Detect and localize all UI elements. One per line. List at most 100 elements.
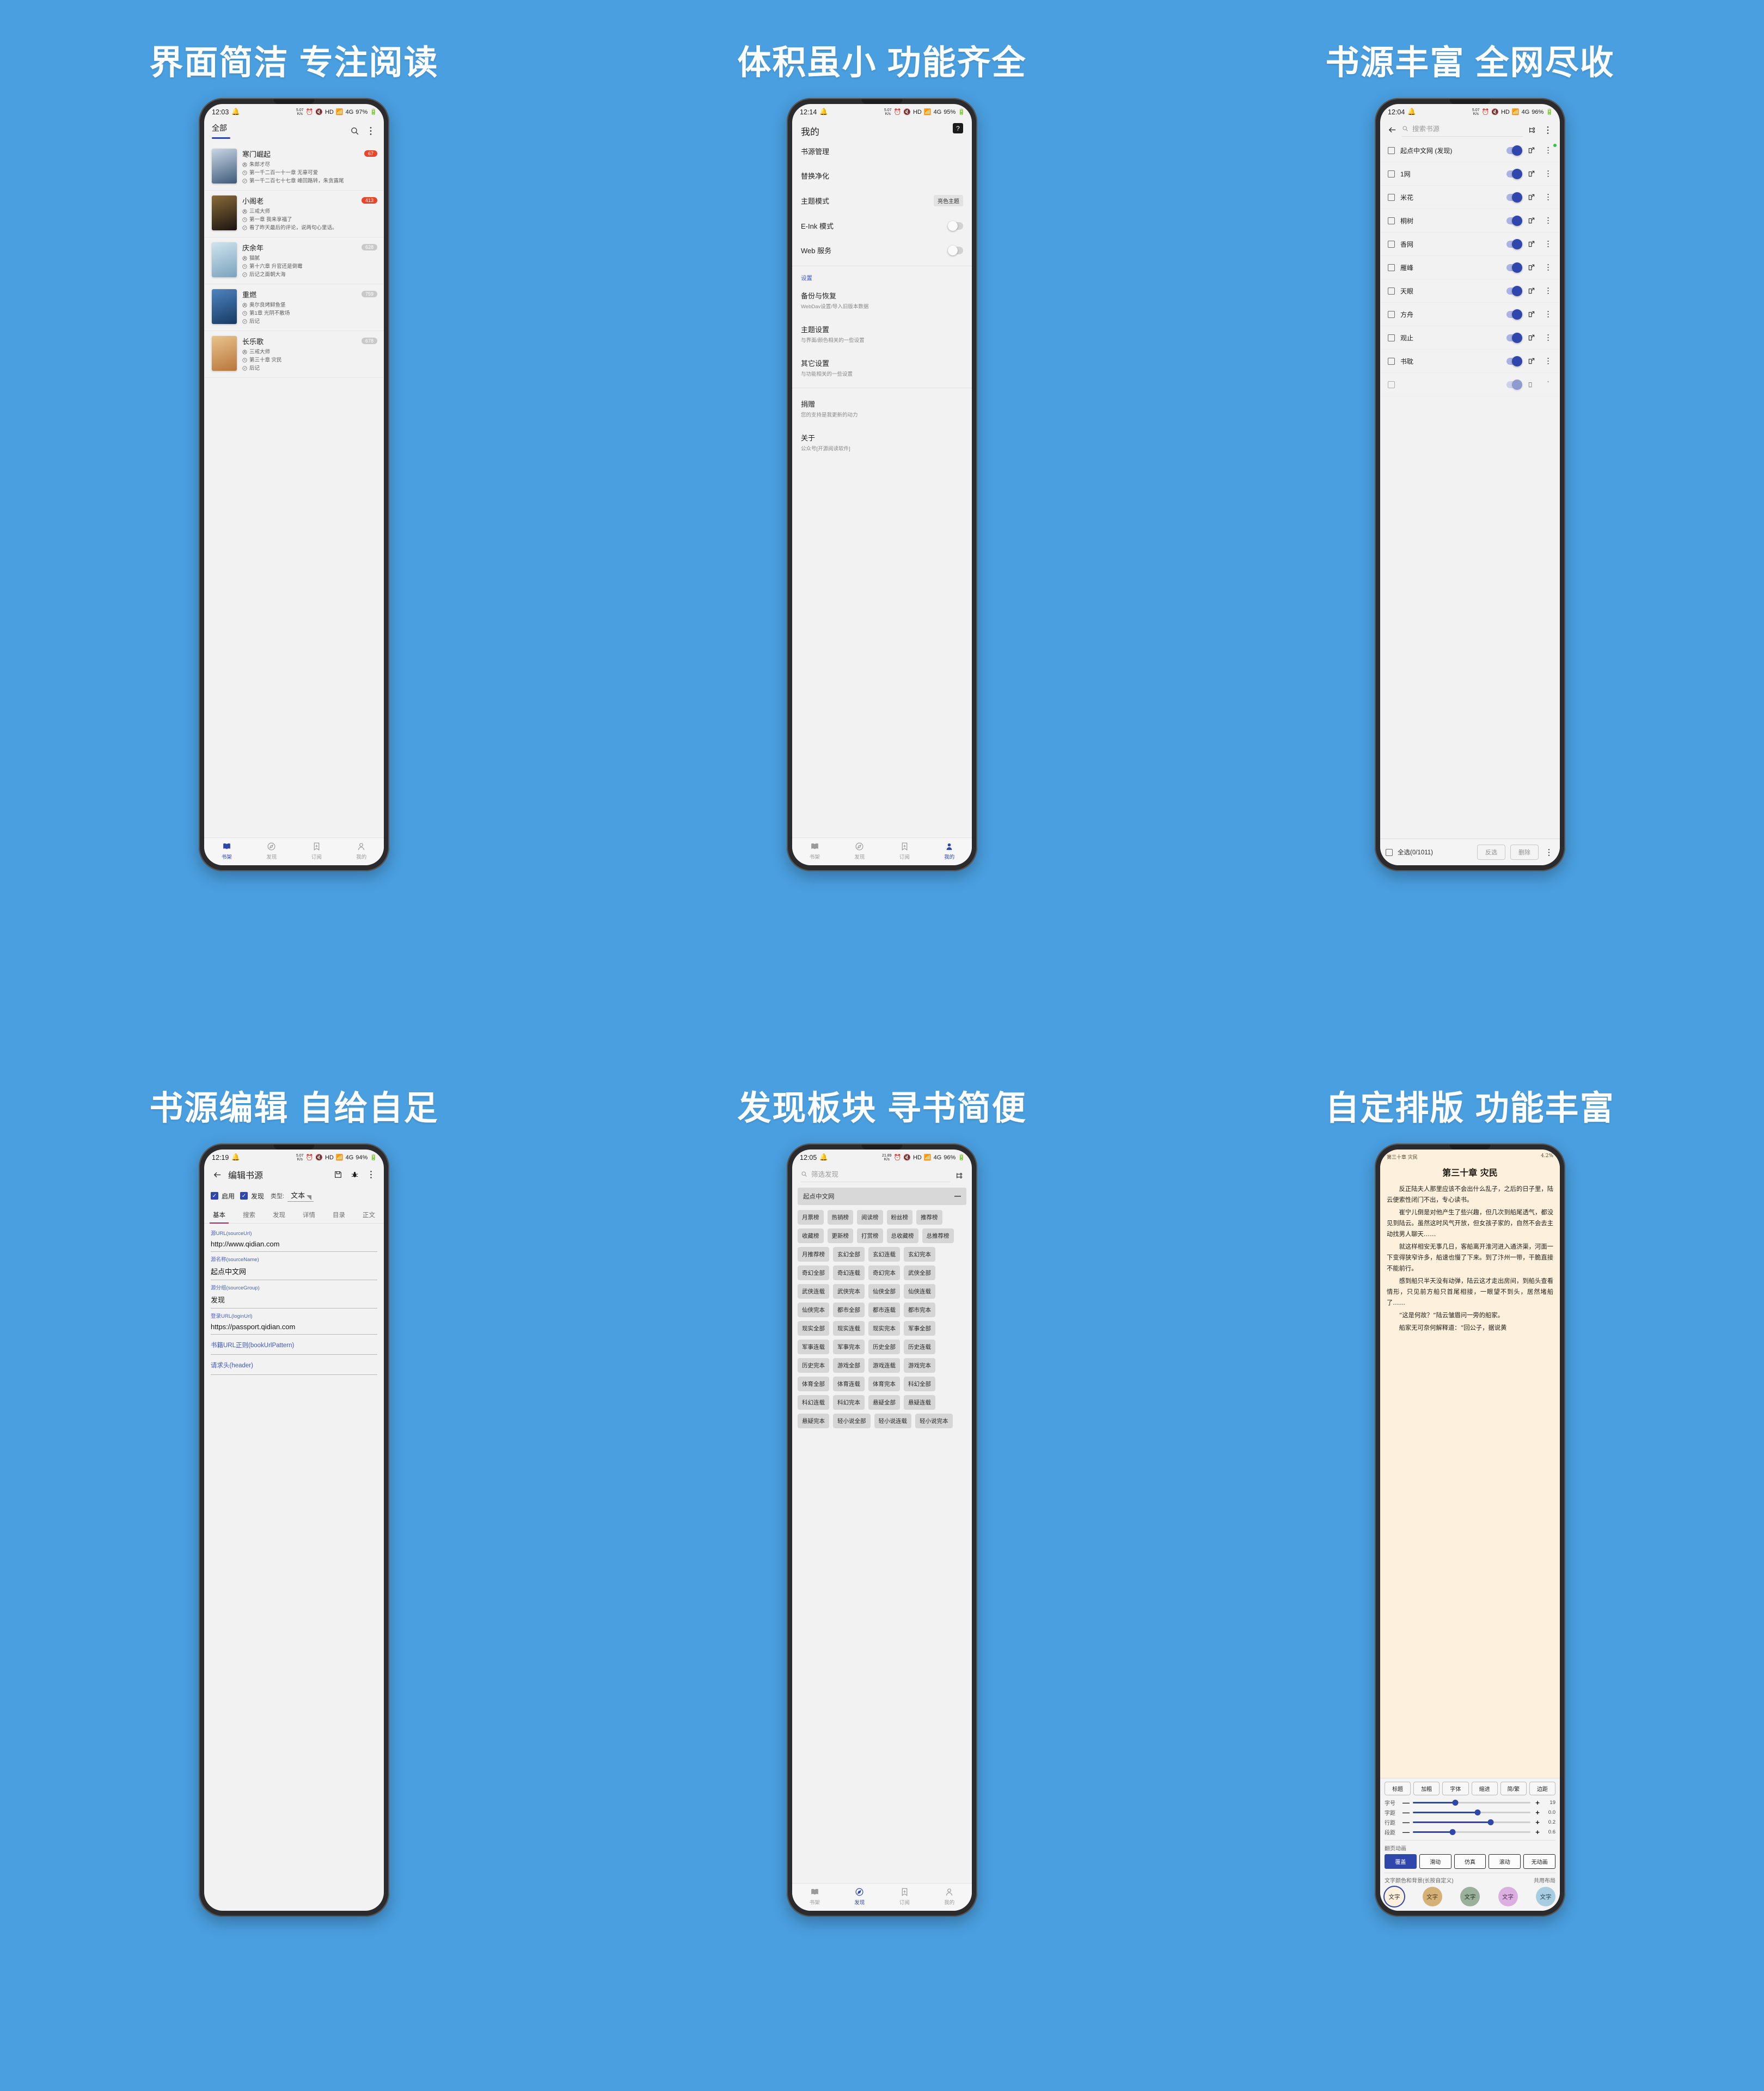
arrow-left-icon[interactable] — [212, 1169, 223, 1180]
slider-track[interactable] — [1413, 1809, 1530, 1815]
slider-track[interactable] — [1413, 1829, 1530, 1835]
row-checkbox[interactable] — [1388, 170, 1395, 178]
more-vertical-icon[interactable] — [365, 1169, 376, 1180]
list-item[interactable]: 米花 — [1380, 186, 1560, 209]
nav-item-discover[interactable]: 发现 — [837, 842, 883, 860]
invert-selection-button[interactable]: 反选 — [1477, 845, 1505, 860]
discover-chip[interactable]: 历史全部 — [868, 1340, 900, 1354]
menu-item-backup-restore[interactable]: 备份与恢复 WebDav设置/导入旧版本数据 — [792, 283, 972, 317]
color-swatch[interactable]: 文字 — [1536, 1887, 1555, 1906]
field-input-source-group[interactable]: 发现 — [211, 1291, 377, 1309]
discover-chip[interactable]: 现实完本 — [868, 1321, 900, 1336]
row-checkbox[interactable] — [1388, 193, 1395, 201]
row-checkbox[interactable] — [1388, 334, 1395, 341]
group-icon[interactable] — [954, 1170, 965, 1181]
anim-option-cover[interactable]: 覆盖 — [1385, 1854, 1417, 1869]
arrow-left-icon[interactable] — [1387, 125, 1398, 136]
nav-item-discover[interactable]: 发现 — [837, 1887, 883, 1906]
field-input-source-name[interactable]: 起点中文网 — [211, 1263, 377, 1280]
minus-icon[interactable]: — — [1402, 1808, 1410, 1817]
discover-chip[interactable]: 科幻完本 — [833, 1395, 865, 1410]
discover-chip[interactable]: 游戏连载 — [868, 1358, 900, 1373]
list-item[interactable]: 观止 — [1380, 326, 1560, 350]
discover-chip[interactable]: 现实全部 — [798, 1321, 829, 1336]
nav-item-bookshelf[interactable]: 书架 — [204, 842, 249, 860]
quick-button-title[interactable]: 标题 — [1385, 1782, 1411, 1795]
discover-chip[interactable]: 悬疑完本 — [798, 1414, 829, 1428]
discover-chip[interactable]: 体育连载 — [833, 1377, 865, 1391]
source-enable-toggle[interactable] — [1506, 356, 1522, 366]
discover-chip[interactable]: 游戏完本 — [904, 1358, 935, 1373]
color-swatch[interactable]: 文字 — [1460, 1887, 1480, 1906]
field-label-book-url-pattern[interactable]: 书籍URL正则(bookUrlPattern) — [211, 1335, 377, 1355]
list-item[interactable]: 桐树 — [1380, 209, 1560, 233]
plus-icon[interactable]: + — [1534, 1799, 1541, 1807]
shelf-tab-all[interactable]: 全部 — [212, 123, 230, 139]
row-checkbox[interactable] — [1388, 146, 1395, 154]
source-enable-toggle[interactable] — [1506, 215, 1522, 226]
anim-option-slide[interactable]: 滑动 — [1419, 1854, 1451, 1869]
list-item[interactable]: 雁峰 — [1380, 256, 1560, 279]
field-label-header[interactable]: 请求头(header) — [211, 1355, 377, 1375]
row-checkbox[interactable] — [1388, 381, 1395, 388]
search-input[interactable]: 搜索书源 — [1402, 123, 1523, 137]
nav-item-subscribe[interactable]: 订阅 — [882, 842, 927, 860]
menu-item-theme-mode[interactable]: 主题模式 亮色主题 — [792, 188, 972, 213]
reader-page[interactable]: 第三十章 灾民 4.2% 第三十章 灾民 反正陆夫人那里应该不会出什么乱子，之后… — [1380, 1150, 1560, 1778]
menu-item-source-manage[interactable]: 书源管理 — [792, 139, 972, 163]
row-checkbox[interactable] — [1388, 217, 1395, 224]
source-enable-toggle[interactable] — [1506, 309, 1522, 320]
discover-chip[interactable]: 收藏榜 — [798, 1228, 824, 1243]
discover-chip[interactable]: 军事连载 — [798, 1340, 829, 1354]
more-vertical-icon[interactable] — [1543, 847, 1554, 858]
eink-toggle[interactable] — [948, 221, 963, 231]
more-vertical-icon[interactable] — [1542, 379, 1553, 390]
discover-chip[interactable]: 推荐榜 — [916, 1210, 942, 1225]
more-vertical-icon[interactable] — [1542, 356, 1553, 366]
more-vertical-icon[interactable] — [1542, 168, 1553, 179]
quick-button-margin[interactable]: 边距 — [1529, 1782, 1556, 1795]
source-enable-toggle[interactable] — [1506, 192, 1522, 203]
help-badge-icon[interactable]: ? — [953, 123, 963, 133]
minus-icon[interactable]: — — [1402, 1828, 1410, 1836]
discover-chip[interactable]: 历史连载 — [904, 1340, 935, 1354]
nav-item-mine[interactable]: 我的 — [339, 842, 384, 860]
source-enable-toggle[interactable] — [1506, 168, 1522, 179]
plus-icon[interactable]: + — [1534, 1808, 1541, 1817]
discover-chip[interactable]: 武侠全部 — [904, 1265, 935, 1280]
slider-track[interactable] — [1413, 1800, 1530, 1806]
source-enable-toggle[interactable] — [1506, 262, 1522, 273]
discover-checkbox[interactable]: ✓ — [240, 1192, 248, 1200]
minus-icon[interactable]: — — [1402, 1818, 1410, 1826]
list-item[interactable]: 方舟 — [1380, 303, 1560, 326]
list-item[interactable]: 1网 — [1380, 162, 1560, 186]
discover-chip[interactable]: 玄幻连载 — [868, 1247, 900, 1262]
discover-chip[interactable]: 轻小说完本 — [915, 1414, 953, 1428]
table-row[interactable]: 长乐歌 三戒大师 第三十章 灾民 后记 678 — [204, 331, 384, 378]
more-vertical-icon[interactable] — [1542, 262, 1553, 273]
field-input-login-url[interactable]: https://passport.qidian.com — [211, 1319, 377, 1335]
discover-chip[interactable]: 仙侠全部 — [868, 1284, 900, 1299]
edit-icon[interactable] — [1526, 192, 1537, 203]
table-row[interactable]: 小阁老 三戒大师 第一章 我来享福了 看了昨天最后的评论，说两句心里话。 413 — [204, 191, 384, 237]
color-swatch[interactable]: 文字 — [1385, 1887, 1404, 1906]
tab-search[interactable]: 搜索 — [234, 1206, 264, 1223]
edit-icon[interactable] — [1526, 332, 1537, 343]
menu-item-donate[interactable]: 捐赠 您的支持是我更新的动力 — [792, 392, 972, 425]
type-select[interactable]: 文本 — [287, 1190, 314, 1202]
more-vertical-icon[interactable] — [1542, 125, 1553, 136]
save-icon[interactable] — [333, 1169, 344, 1180]
more-vertical-icon[interactable] — [1542, 192, 1553, 203]
plus-icon[interactable]: + — [1534, 1818, 1541, 1826]
discover-chip[interactable]: 奇幻完本 — [868, 1265, 900, 1280]
discover-chip[interactable]: 悬疑全部 — [868, 1395, 900, 1410]
discover-chip[interactable]: 阅读榜 — [857, 1210, 883, 1225]
edit-icon[interactable] — [1526, 262, 1537, 273]
color-swatch[interactable]: 文字 — [1498, 1887, 1518, 1906]
discover-chip[interactable]: 玄幻全部 — [833, 1247, 865, 1262]
discover-chip[interactable]: 玄幻完本 — [904, 1247, 935, 1262]
enable-checkbox[interactable]: ✓ — [211, 1192, 218, 1200]
discover-chip[interactable]: 武侠完本 — [833, 1284, 865, 1299]
more-vertical-icon[interactable] — [1542, 239, 1553, 249]
anim-option-simulate[interactable]: 仿真 — [1454, 1854, 1486, 1869]
